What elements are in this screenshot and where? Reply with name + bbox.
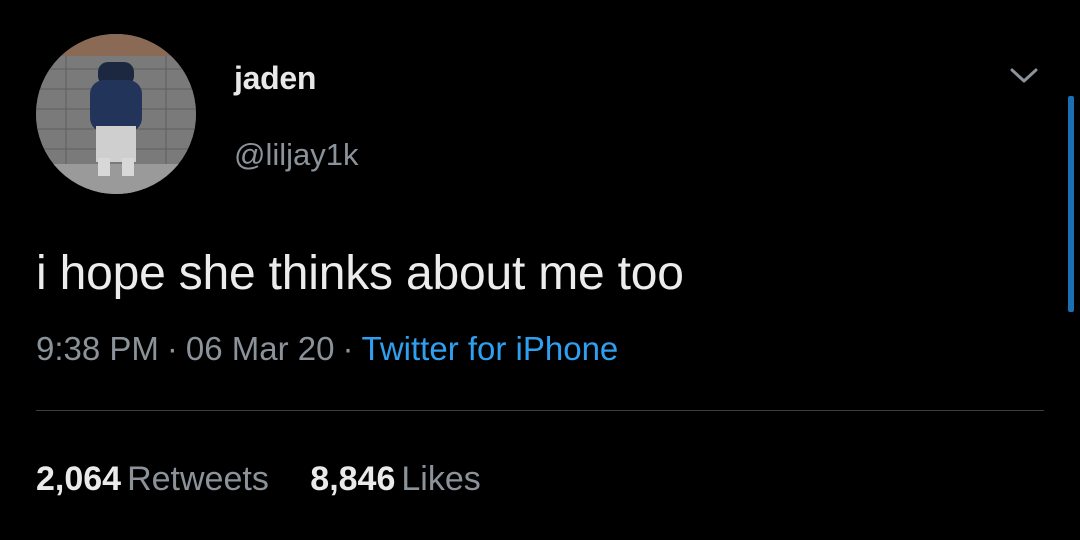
tweet-stats: 2,064 Retweets 8,846 Likes	[36, 460, 513, 499]
avatar-image	[36, 34, 196, 194]
retweets-stat[interactable]: 2,064 Retweets	[36, 460, 269, 499]
display-name[interactable]: jaden	[234, 60, 316, 97]
likes-count: 8,846	[310, 460, 396, 498]
retweets-count: 2,064	[36, 460, 122, 498]
user-handle[interactable]: @liljay1k	[234, 137, 359, 173]
tweet-date: 06 Mar 20	[185, 330, 335, 367]
meta-separator: ·	[166, 330, 178, 367]
tweet-time: 9:38 PM	[36, 330, 159, 367]
scrollbar[interactable]	[1068, 96, 1074, 312]
retweets-label: Retweets	[127, 460, 269, 498]
avatar[interactable]	[36, 34, 196, 194]
tweet-meta: 9:38 PM · 06 Mar 20 · Twitter for iPhone	[36, 330, 618, 368]
divider	[36, 410, 1044, 411]
tweet-text: i hope she thinks about me too	[36, 247, 684, 300]
chevron-down-icon[interactable]	[1004, 62, 1044, 90]
meta-separator: ·	[342, 330, 354, 367]
tweet-source-link[interactable]: Twitter for iPhone	[362, 330, 619, 367]
likes-stat[interactable]: 8,846 Likes	[310, 460, 480, 499]
tweet-card: jaden @liljay1k i hope she thinks about …	[0, 0, 1080, 540]
likes-label: Likes	[401, 460, 481, 498]
